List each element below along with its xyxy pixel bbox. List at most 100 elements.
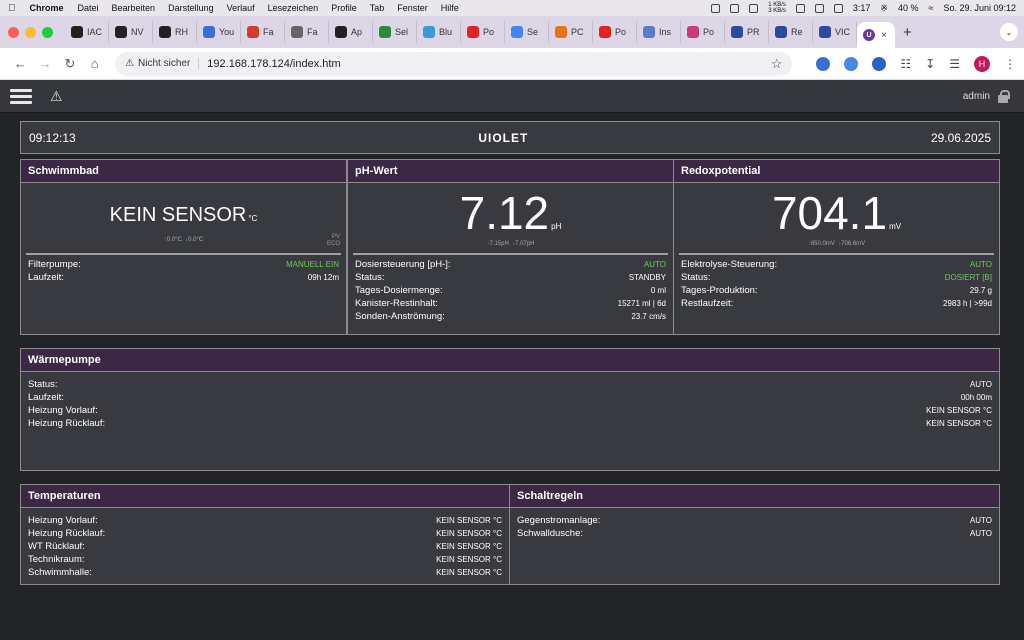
detail-row: Gegenstromanlage: AUTO — [517, 514, 992, 527]
menu-tab[interactable]: Tab — [370, 3, 385, 13]
url-text[interactable]: 192.168.178.124/index.htm — [207, 58, 340, 70]
back-arrow-icon[interactable]: ← — [8, 56, 33, 71]
menu-datei[interactable]: Datei — [78, 3, 99, 13]
browser-tab[interactable]: Po — [681, 21, 725, 43]
detail-row: Laufzeit: 09h 12m — [28, 271, 339, 284]
network-speed[interactable]: 1 KB/s 3 KB/s — [768, 2, 786, 14]
tab-favicon-icon — [731, 26, 743, 38]
clock-bar: 09:12:13 UIOLET 29.06.2025 — [20, 121, 1000, 154]
menu-bearbeiten[interactable]: Bearbeiten — [112, 3, 156, 13]
status-time[interactable]: 3:17 — [853, 3, 871, 13]
browser-tab[interactable]: NV — [109, 21, 153, 43]
extensions-puzzle-icon[interactable]: ☷ — [900, 57, 911, 71]
security-indicator[interactable]: ⚠ Nicht sicher — [125, 58, 200, 69]
bluetooth-icon[interactable]: ※ — [880, 3, 888, 14]
new-tab-button[interactable]: + — [903, 24, 912, 41]
browser-tab[interactable]: Re — [769, 21, 813, 43]
ph-panel[interactable]: pH-Wert 7.12 pH ↑7.15pH ↓7.07pH Dosierste… — [347, 159, 674, 335]
battery-small-icon[interactable] — [833, 3, 843, 13]
menu-lesezeichen[interactable]: Lesezeichen — [268, 3, 319, 13]
browser-tab[interactable]: Blu — [417, 21, 461, 43]
tab-search-button[interactable]: ⌄ — [1000, 23, 1018, 41]
detail-row: Technikraum: KEIN SENSOR °C — [28, 553, 502, 566]
app-menu-chrome[interactable]: Chrome — [30, 3, 64, 13]
browser-tab[interactable]: Ap — [329, 21, 373, 43]
status-app-icon-3[interactable] — [749, 3, 759, 13]
datetime[interactable]: So. 29. Juni 09:12 — [943, 3, 1016, 13]
download-icon[interactable]: ↧ — [925, 57, 935, 71]
browser-tab[interactable]: PC — [549, 21, 593, 43]
close-window-button[interactable] — [8, 26, 19, 38]
tab-favicon-icon — [555, 26, 567, 38]
status-app-icon-4[interactable] — [795, 3, 805, 13]
detail-row: Schwalldusche: AUTO — [517, 527, 992, 540]
reload-icon[interactable]: ↻ — [58, 56, 83, 72]
detail-row: Heizung Rücklauf: KEIN SENSOR °C — [28, 527, 502, 540]
battery-percent[interactable]: 40 % — [898, 3, 919, 13]
username[interactable]: admin — [963, 91, 990, 102]
browser-tab[interactable]: You — [197, 21, 241, 43]
menu-verlauf[interactable]: Verlauf — [227, 3, 255, 13]
extension-icon-3[interactable] — [872, 56, 887, 71]
zoom-window-button[interactable] — [42, 26, 53, 38]
media-control-icon[interactable]: ☰ — [949, 57, 960, 71]
detail-row: Dosiersteuerung [pH-]: AUTO — [355, 258, 666, 271]
menu-fenster[interactable]: Fenster — [397, 3, 428, 13]
browser-tab[interactable]: VIC — [813, 21, 857, 43]
home-icon[interactable]: ⌂ — [82, 56, 107, 71]
status-app-icon[interactable] — [711, 3, 721, 13]
browser-tab[interactable]: Sel — [373, 21, 417, 43]
browser-tab[interactable]: Po — [461, 21, 505, 43]
menu-profile[interactable]: Profile — [331, 3, 357, 13]
warning-icon[interactable]: ⚠ — [50, 88, 63, 105]
switch-rules-panel[interactable]: Schaltregeln Gegenstromanlage: AUTO Schwal… — [509, 484, 1000, 585]
extension-icon-2[interactable] — [844, 56, 859, 71]
ph-minmax: ↑7.15pH ↓7.07pH — [486, 241, 535, 247]
browser-tab[interactable]: IAC — [65, 21, 109, 43]
detail-label: Sonden-Anströmung: — [355, 311, 445, 322]
pool-details: Filterpumpe: MANUELL EIN Laufzeit: 09h 12m — [21, 255, 346, 284]
window-controls — [8, 26, 53, 38]
hamburger-menu-icon[interactable] — [10, 88, 32, 104]
temperatures-panel[interactable]: Temperaturen Heizung Vorlauf: KEIN SENSOR… — [20, 484, 510, 585]
detail-row: Sonden-Anströmung: 23.7 cm/s — [355, 310, 666, 323]
extension-icon-1[interactable] — [816, 56, 831, 71]
apple-icon[interactable]:  — [8, 3, 16, 14]
pool-panel[interactable]: Schwimmbad KEIN SENSOR °C ↑0.0°C ↓0.0°C P… — [20, 159, 347, 335]
menu-hilfe[interactable]: Hilfe — [441, 3, 459, 13]
tab-active-violet[interactable]: U × — [857, 22, 895, 48]
redox-panel[interactable]: Redoxpotential 704.1 mV ↑850.0mV ↓706.6mV… — [673, 159, 1000, 335]
forward-arrow-icon[interactable]: → — [33, 56, 58, 71]
browser-tab[interactable]: Ins — [637, 21, 681, 43]
menu-darstellung[interactable]: Darstellung — [168, 3, 214, 13]
close-tab-icon[interactable]: × — [881, 30, 887, 41]
detail-label: Status: — [681, 272, 711, 283]
ph-reading: 7.12 pH ↑7.15pH ↓7.07pH — [348, 183, 673, 247]
status-app-icon-5[interactable] — [814, 3, 824, 13]
bookmark-star-icon[interactable]: ☆ — [771, 56, 783, 72]
detail-row: Laufzeit: 00h 00m — [28, 391, 992, 404]
heatpump-details: Status: AUTO Laufzeit: 00h 00m Heizung Vorla… — [21, 372, 999, 430]
wifi-icon[interactable]: ≈ — [928, 3, 933, 13]
heatpump-panel[interactable]: Wärmepumpe Status: AUTO Laufzeit: 00h 00m He… — [20, 348, 1000, 471]
detail-value: 09h 12m — [307, 273, 339, 282]
profile-avatar[interactable]: H — [973, 55, 990, 72]
detail-label: Laufzeit: — [28, 272, 64, 283]
status-app-icon-2[interactable] — [730, 3, 740, 13]
lock-icon[interactable] — [998, 89, 1010, 103]
tab-label: Re — [791, 27, 803, 37]
browser-tab[interactable]: Po — [593, 21, 637, 43]
chrome-menu-icon[interactable]: ⋮ — [1004, 57, 1016, 71]
browser-tab[interactable]: PR — [725, 21, 769, 43]
browser-tab[interactable]: Fa — [241, 21, 285, 43]
detail-value: 2983 h | >99d — [942, 299, 992, 308]
warning-triangle-icon: ⚠ — [125, 58, 135, 69]
browser-tab[interactable]: RH — [153, 21, 197, 43]
minimize-window-button[interactable] — [25, 26, 36, 38]
address-bar[interactable]: ⚠ Nicht sicher 192.168.178.124/index.htm… — [115, 51, 793, 76]
detail-label: Technikraum: — [28, 554, 85, 565]
redox-unit: mV — [889, 222, 902, 231]
browser-tab[interactable]: Fa — [285, 21, 329, 43]
status-icons: 1 KB/s 3 KB/s 3:17 ※ 40 % ≈ So. 29. Juni… — [711, 2, 1016, 14]
browser-tab[interactable]: Se — [505, 21, 549, 43]
